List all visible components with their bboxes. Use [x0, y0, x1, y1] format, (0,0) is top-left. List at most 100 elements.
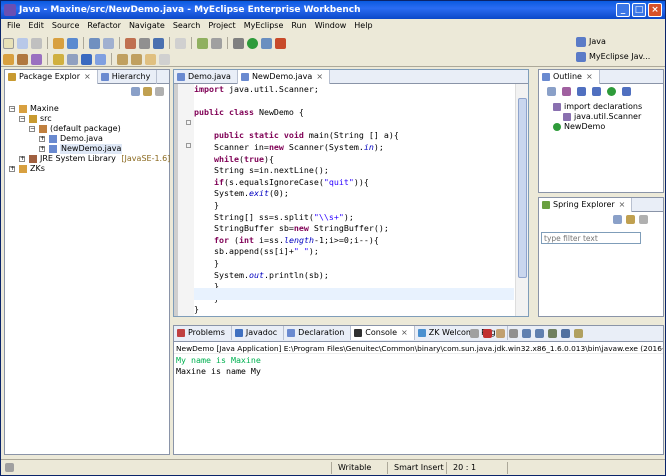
folder-icon[interactable] [139, 37, 150, 49]
menu-edit[interactable]: Edit [24, 19, 48, 33]
menu-refactor[interactable]: Refactor [83, 19, 125, 33]
menu-project[interactable]: Project [204, 19, 239, 33]
tab-hierarchy[interactable]: Hierarchy [98, 70, 158, 84]
editor-tab-newdemo[interactable]: NewDemo.java × [237, 70, 331, 84]
next-annotation-icon[interactable] [117, 53, 128, 65]
tree-item[interactable]: + Demo.java [9, 134, 167, 144]
link-editor-icon[interactable] [143, 87, 152, 96]
forward-icon[interactable] [159, 53, 170, 65]
pin-console-icon[interactable] [548, 329, 557, 338]
tree-item[interactable]: + JRE System Library [JavaSE-1.6] [9, 154, 170, 164]
close-icon[interactable]: × [316, 72, 323, 81]
collapse-all-icon[interactable] [547, 87, 556, 96]
expand-toggle-icon[interactable]: + [19, 156, 25, 162]
new-icon[interactable] [3, 37, 14, 49]
expand-toggle-icon[interactable]: + [39, 146, 45, 152]
fold-collapse-icon[interactable] [186, 143, 191, 148]
globe-icon[interactable] [153, 37, 164, 49]
debug-gear-icon[interactable] [233, 37, 244, 49]
external-tools-icon[interactable] [275, 37, 286, 49]
tree-item[interactable]: − (default package) [9, 124, 167, 134]
editor-tab-demo[interactable]: Demo.java [174, 70, 238, 84]
display-console-icon[interactable] [561, 329, 570, 338]
collapse-toggle-icon[interactable]: − [29, 126, 35, 132]
back-icon[interactable] [145, 53, 156, 65]
tab-spring-explorer[interactable]: Spring Explorer × [539, 198, 633, 212]
fast-view-icon[interactable] [5, 463, 14, 472]
menu-myeclipse[interactable]: MyEclipse [240, 19, 288, 33]
open-task-icon[interactable] [53, 53, 64, 65]
menu-navigate[interactable]: Navigate [125, 19, 169, 33]
run-config-icon[interactable] [261, 37, 272, 49]
spring-filter-input[interactable] [541, 232, 641, 244]
hide-fields-icon[interactable] [577, 87, 586, 96]
new-class-icon[interactable] [31, 53, 42, 65]
run-icon[interactable] [247, 37, 258, 49]
clear-console-icon[interactable] [509, 329, 518, 338]
menu-file[interactable]: File [3, 19, 24, 33]
hide-nonpublic-icon[interactable] [607, 87, 616, 96]
deploy-icon[interactable] [89, 37, 100, 49]
save-icon[interactable] [17, 37, 28, 49]
close-icon[interactable]: × [619, 200, 626, 209]
view-menu-icon[interactable] [155, 87, 164, 96]
tab-declaration[interactable]: Declaration [284, 326, 352, 340]
grid-icon[interactable] [211, 37, 222, 49]
maximize-button[interactable]: □ [632, 3, 646, 17]
search-icon[interactable] [67, 53, 78, 65]
terminate-icon[interactable] [470, 329, 479, 338]
collapse-toggle-icon[interactable]: − [19, 116, 25, 122]
open-type-icon[interactable] [53, 37, 64, 49]
code-editor[interactable]: import java.util.Scanner; public class Ne… [194, 84, 514, 316]
menu-search[interactable]: Search [169, 19, 204, 33]
scroll-lock-icon[interactable] [522, 329, 531, 338]
tree-item[interactable]: + ZKs [9, 164, 167, 174]
menu-source[interactable]: Source [48, 19, 83, 33]
tree-item[interactable]: − src [9, 114, 167, 124]
menu-window[interactable]: Window [311, 19, 351, 33]
toggle-breadcrumb-icon[interactable] [95, 53, 106, 65]
new-project-icon[interactable] [3, 53, 14, 65]
tree-item[interactable]: + NewDemo.java [9, 144, 167, 154]
tab-javadoc[interactable]: Javadoc [232, 326, 285, 340]
new-package-icon[interactable] [17, 53, 28, 65]
minimize-button[interactable]: _ [616, 3, 630, 17]
expand-toggle-icon[interactable]: + [39, 136, 45, 142]
outline-item[interactable]: NewDemo [543, 122, 661, 132]
tab-problems[interactable]: Problems [174, 326, 232, 340]
collapse-toggle-icon[interactable]: − [9, 106, 15, 112]
close-icon[interactable]: × [84, 72, 91, 81]
fold-collapse-icon[interactable] [186, 120, 191, 125]
toggle-mark-icon[interactable] [81, 53, 92, 65]
tab-console[interactable]: Console × [351, 326, 415, 340]
hide-local-types-icon[interactable] [622, 87, 631, 96]
perspective-myeclipse-java[interactable]: MyEclipse Jav... [573, 50, 650, 64]
close-icon[interactable]: × [401, 328, 408, 337]
remove-launch-icon[interactable] [483, 329, 492, 338]
close-icon[interactable]: × [586, 72, 593, 81]
console-output[interactable]: My name is Maxine Maxine is name My [176, 355, 261, 377]
hide-static-icon[interactable] [592, 87, 601, 96]
undo-icon[interactable] [175, 37, 186, 49]
prev-annotation-icon[interactable] [131, 53, 142, 65]
open-console-icon[interactable] [574, 329, 583, 338]
expand-toggle-icon[interactable]: + [9, 166, 15, 172]
sort-icon[interactable] [562, 87, 571, 96]
tab-outline[interactable]: Outline × [539, 70, 600, 84]
editor-vertical-scrollbar[interactable] [515, 84, 528, 316]
menu-help[interactable]: Help [350, 19, 376, 33]
perspective-java[interactable]: Java [573, 35, 606, 49]
menu-run[interactable]: Run [287, 19, 310, 33]
word-wrap-icon[interactable] [535, 329, 544, 338]
image-icon[interactable] [197, 37, 208, 49]
close-button[interactable]: × [648, 3, 662, 17]
outline-item[interactable]: java.util.Scanner [543, 112, 661, 122]
remove-all-icon[interactable] [496, 329, 505, 338]
print-icon[interactable] [31, 37, 42, 49]
team-icon[interactable] [125, 37, 136, 49]
collapse-all-icon[interactable] [131, 87, 140, 96]
link-editor-icon[interactable] [626, 215, 635, 224]
tree-item[interactable]: − Maxine [9, 104, 167, 114]
collapse-all-icon[interactable] [613, 215, 622, 224]
view-menu-icon[interactable] [639, 215, 648, 224]
